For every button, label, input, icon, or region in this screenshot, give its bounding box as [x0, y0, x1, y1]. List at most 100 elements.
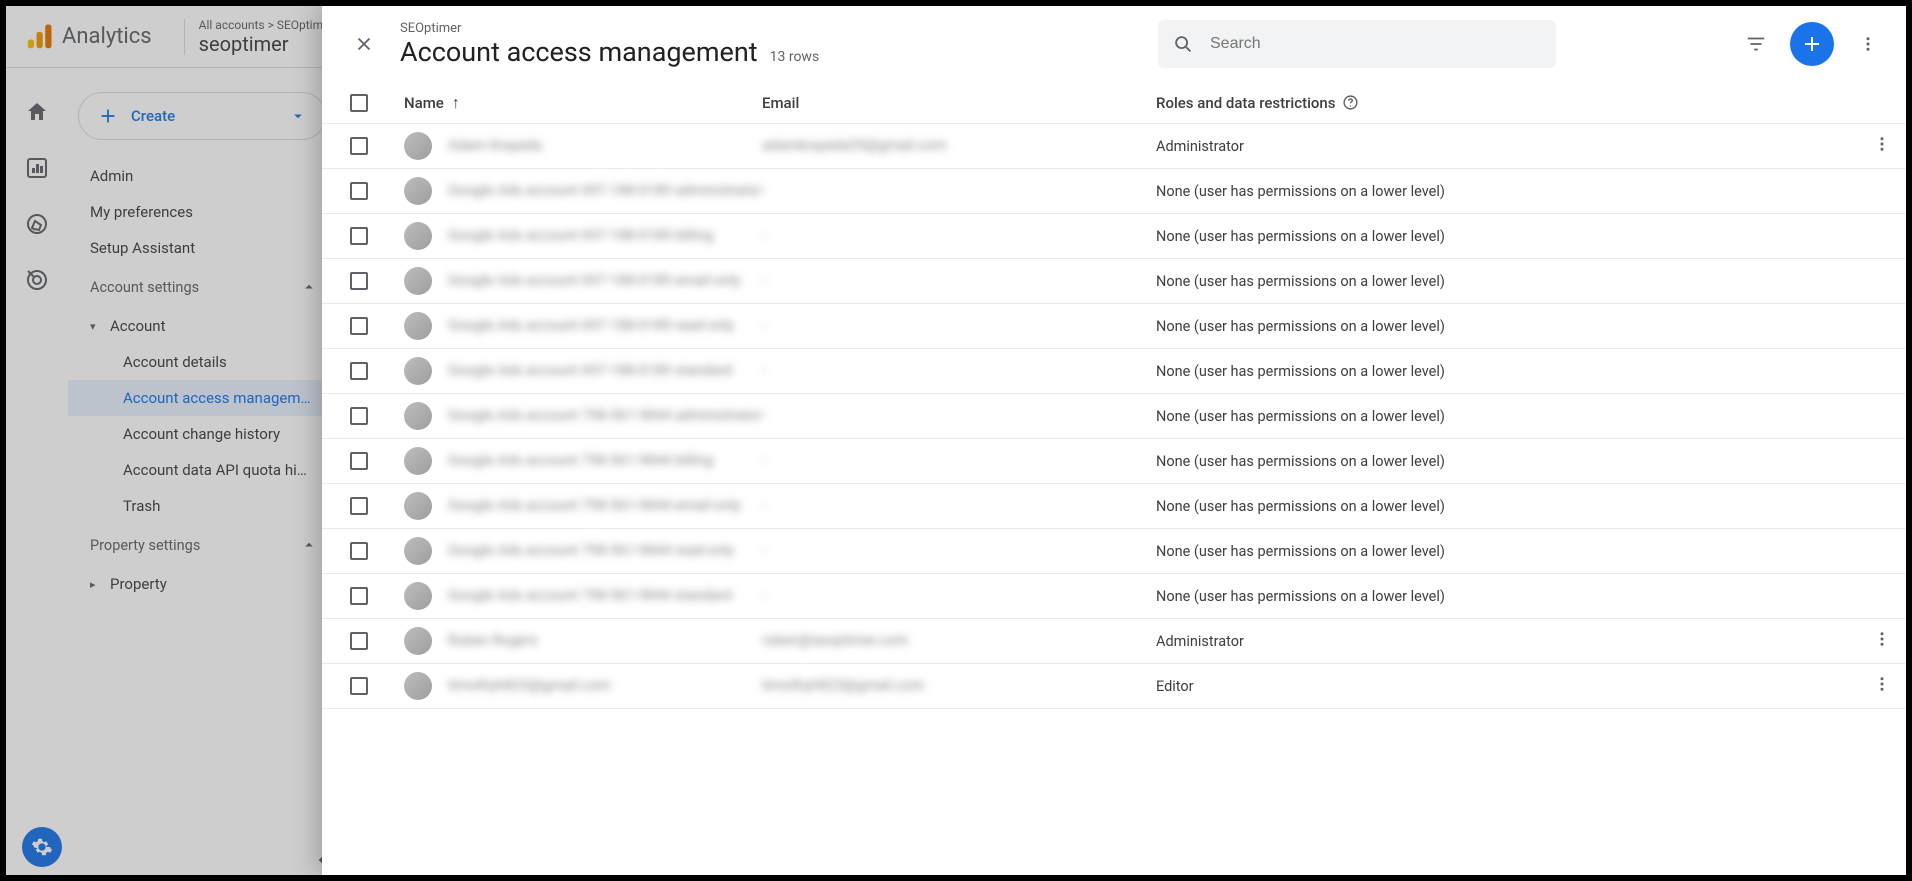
panel-more-button[interactable] [1848, 24, 1888, 64]
column-label: Email [762, 94, 799, 112]
user-table-body: Adam Krayedaadamkrayeda29@gmail.comAdmin… [322, 124, 1906, 875]
close-icon [353, 33, 375, 55]
table-row[interactable]: Google Ads account 697-188-0189 email-on… [322, 259, 1906, 304]
user-email: - [762, 452, 766, 469]
column-roles[interactable]: Roles and data restrictions [1156, 94, 1858, 112]
table-row[interactable]: Google Ads account 697-188-0189 administ… [322, 169, 1906, 214]
user-name: Google Ads account 798-561-9844 read-onl… [448, 542, 734, 559]
user-email: - [762, 227, 766, 244]
more-vert-icon [1859, 35, 1877, 53]
select-all-checkbox[interactable] [350, 94, 368, 112]
search-box[interactable] [1158, 20, 1556, 68]
filter-button[interactable] [1736, 24, 1776, 64]
column-label: Name [404, 94, 444, 112]
table-row[interactable]: Adam Krayedaadamkrayeda29@gmail.comAdmin… [322, 124, 1906, 169]
user-name: Google Ads account 697-188-0189 read-onl… [448, 317, 734, 334]
user-email: - [762, 182, 766, 199]
row-checkbox[interactable] [350, 497, 368, 515]
user-email: - [762, 407, 766, 424]
more-vert-icon [1873, 135, 1891, 153]
user-name: timothyh823@gmail.com [448, 677, 611, 694]
avatar [404, 627, 432, 655]
row-checkbox[interactable] [350, 227, 368, 245]
avatar [404, 672, 432, 700]
sort-ascending-icon: ↑ [452, 93, 460, 113]
user-name: Google Ads account 798-561-9844 billing [448, 452, 713, 469]
table-row[interactable]: Google Ads account 697-188-0189 billing -… [322, 214, 1906, 259]
search-icon [1172, 33, 1194, 55]
row-more-button[interactable] [1873, 135, 1891, 157]
avatar [404, 492, 432, 520]
user-role: None (user has permissions on a lower le… [1156, 498, 1445, 515]
panel-header: SEOptimer Account access management 13 r… [322, 6, 1906, 82]
access-management-panel: SEOptimer Account access management 13 r… [322, 6, 1906, 875]
table-row[interactable]: Google Ads account 798-561-9844 standard… [322, 574, 1906, 619]
avatar [404, 177, 432, 205]
avatar [404, 402, 432, 430]
avatar [404, 582, 432, 610]
user-email: adamkrayeda29@gmail.com [762, 137, 946, 154]
avatar [404, 132, 432, 160]
table-row[interactable]: Google Ads account 798-561-9844 administ… [322, 394, 1906, 439]
panel-title: Account access management [400, 36, 758, 68]
add-user-button[interactable] [1790, 22, 1834, 66]
more-vert-icon [1873, 675, 1891, 693]
row-checkbox[interactable] [350, 317, 368, 335]
row-more-button[interactable] [1873, 630, 1891, 652]
avatar [404, 267, 432, 295]
user-name: Ruben Rogers [448, 632, 538, 649]
user-email: ruben@seoptimer.com [762, 632, 908, 649]
row-checkbox[interactable] [350, 542, 368, 560]
user-role: None (user has permissions on a lower le… [1156, 363, 1445, 380]
table-row[interactable]: Google Ads account 798-561-9844 read-onl… [322, 529, 1906, 574]
panel-context: SEOptimer [400, 21, 819, 36]
user-role: Editor [1156, 678, 1194, 695]
row-checkbox[interactable] [350, 587, 368, 605]
user-role: None (user has permissions on a lower le… [1156, 453, 1445, 470]
table-row[interactable]: Google Ads account 697-188-0189 read-onl… [322, 304, 1906, 349]
user-email: - [762, 362, 766, 379]
row-checkbox[interactable] [350, 272, 368, 290]
avatar [404, 447, 432, 475]
row-checkbox[interactable] [350, 182, 368, 200]
row-more-button[interactable] [1873, 675, 1891, 697]
user-name: Google Ads account 798-561-9844 standard [448, 587, 732, 604]
row-checkbox[interactable] [350, 362, 368, 380]
table-row[interactable]: Google Ads account 697-188-0189 standard… [322, 349, 1906, 394]
row-checkbox[interactable] [350, 632, 368, 650]
plus-icon [1800, 32, 1824, 56]
filter-icon [1745, 33, 1767, 55]
user-email: - [762, 542, 766, 559]
column-name[interactable]: Name ↑ [404, 93, 762, 113]
table-row[interactable]: Google Ads account 798-561-9844 billing -… [322, 439, 1906, 484]
help-icon[interactable] [1342, 94, 1359, 111]
user-name: Google Ads account 697-188-0189 billing [448, 227, 713, 244]
user-role: None (user has permissions on a lower le… [1156, 228, 1445, 245]
user-table-header: Name ↑ Email Roles and data restrictions [322, 82, 1906, 124]
user-email: - [762, 497, 766, 514]
close-button[interactable] [340, 20, 388, 68]
user-role: None (user has permissions on a lower le… [1156, 273, 1445, 290]
user-email: - [762, 587, 766, 604]
search-input[interactable] [1208, 34, 1542, 54]
user-email: - [762, 317, 766, 334]
table-row[interactable]: timothyh823@gmail.comtimothyh823@gmail.c… [322, 664, 1906, 709]
user-name: Google Ads account 798-561-9844 email-on… [448, 497, 741, 514]
avatar [404, 222, 432, 250]
user-name: Google Ads account 697-188-0189 email-on… [448, 272, 741, 289]
user-name: Google Ads account 798-561-9844 administ… [448, 407, 761, 424]
user-role: None (user has permissions on a lower le… [1156, 588, 1445, 605]
row-checkbox[interactable] [350, 452, 368, 470]
more-vert-icon [1873, 630, 1891, 648]
avatar [404, 357, 432, 385]
avatar [404, 312, 432, 340]
row-checkbox[interactable] [350, 407, 368, 425]
row-checkbox[interactable] [350, 137, 368, 155]
table-row[interactable]: Ruben Rogersruben@seoptimer.comAdministr… [322, 619, 1906, 664]
row-checkbox[interactable] [350, 677, 368, 695]
row-count: 13 rows [770, 49, 820, 65]
column-email[interactable]: Email [762, 94, 1156, 112]
table-row[interactable]: Google Ads account 798-561-9844 email-on… [322, 484, 1906, 529]
user-email: - [762, 272, 766, 289]
user-role: None (user has permissions on a lower le… [1156, 318, 1445, 335]
